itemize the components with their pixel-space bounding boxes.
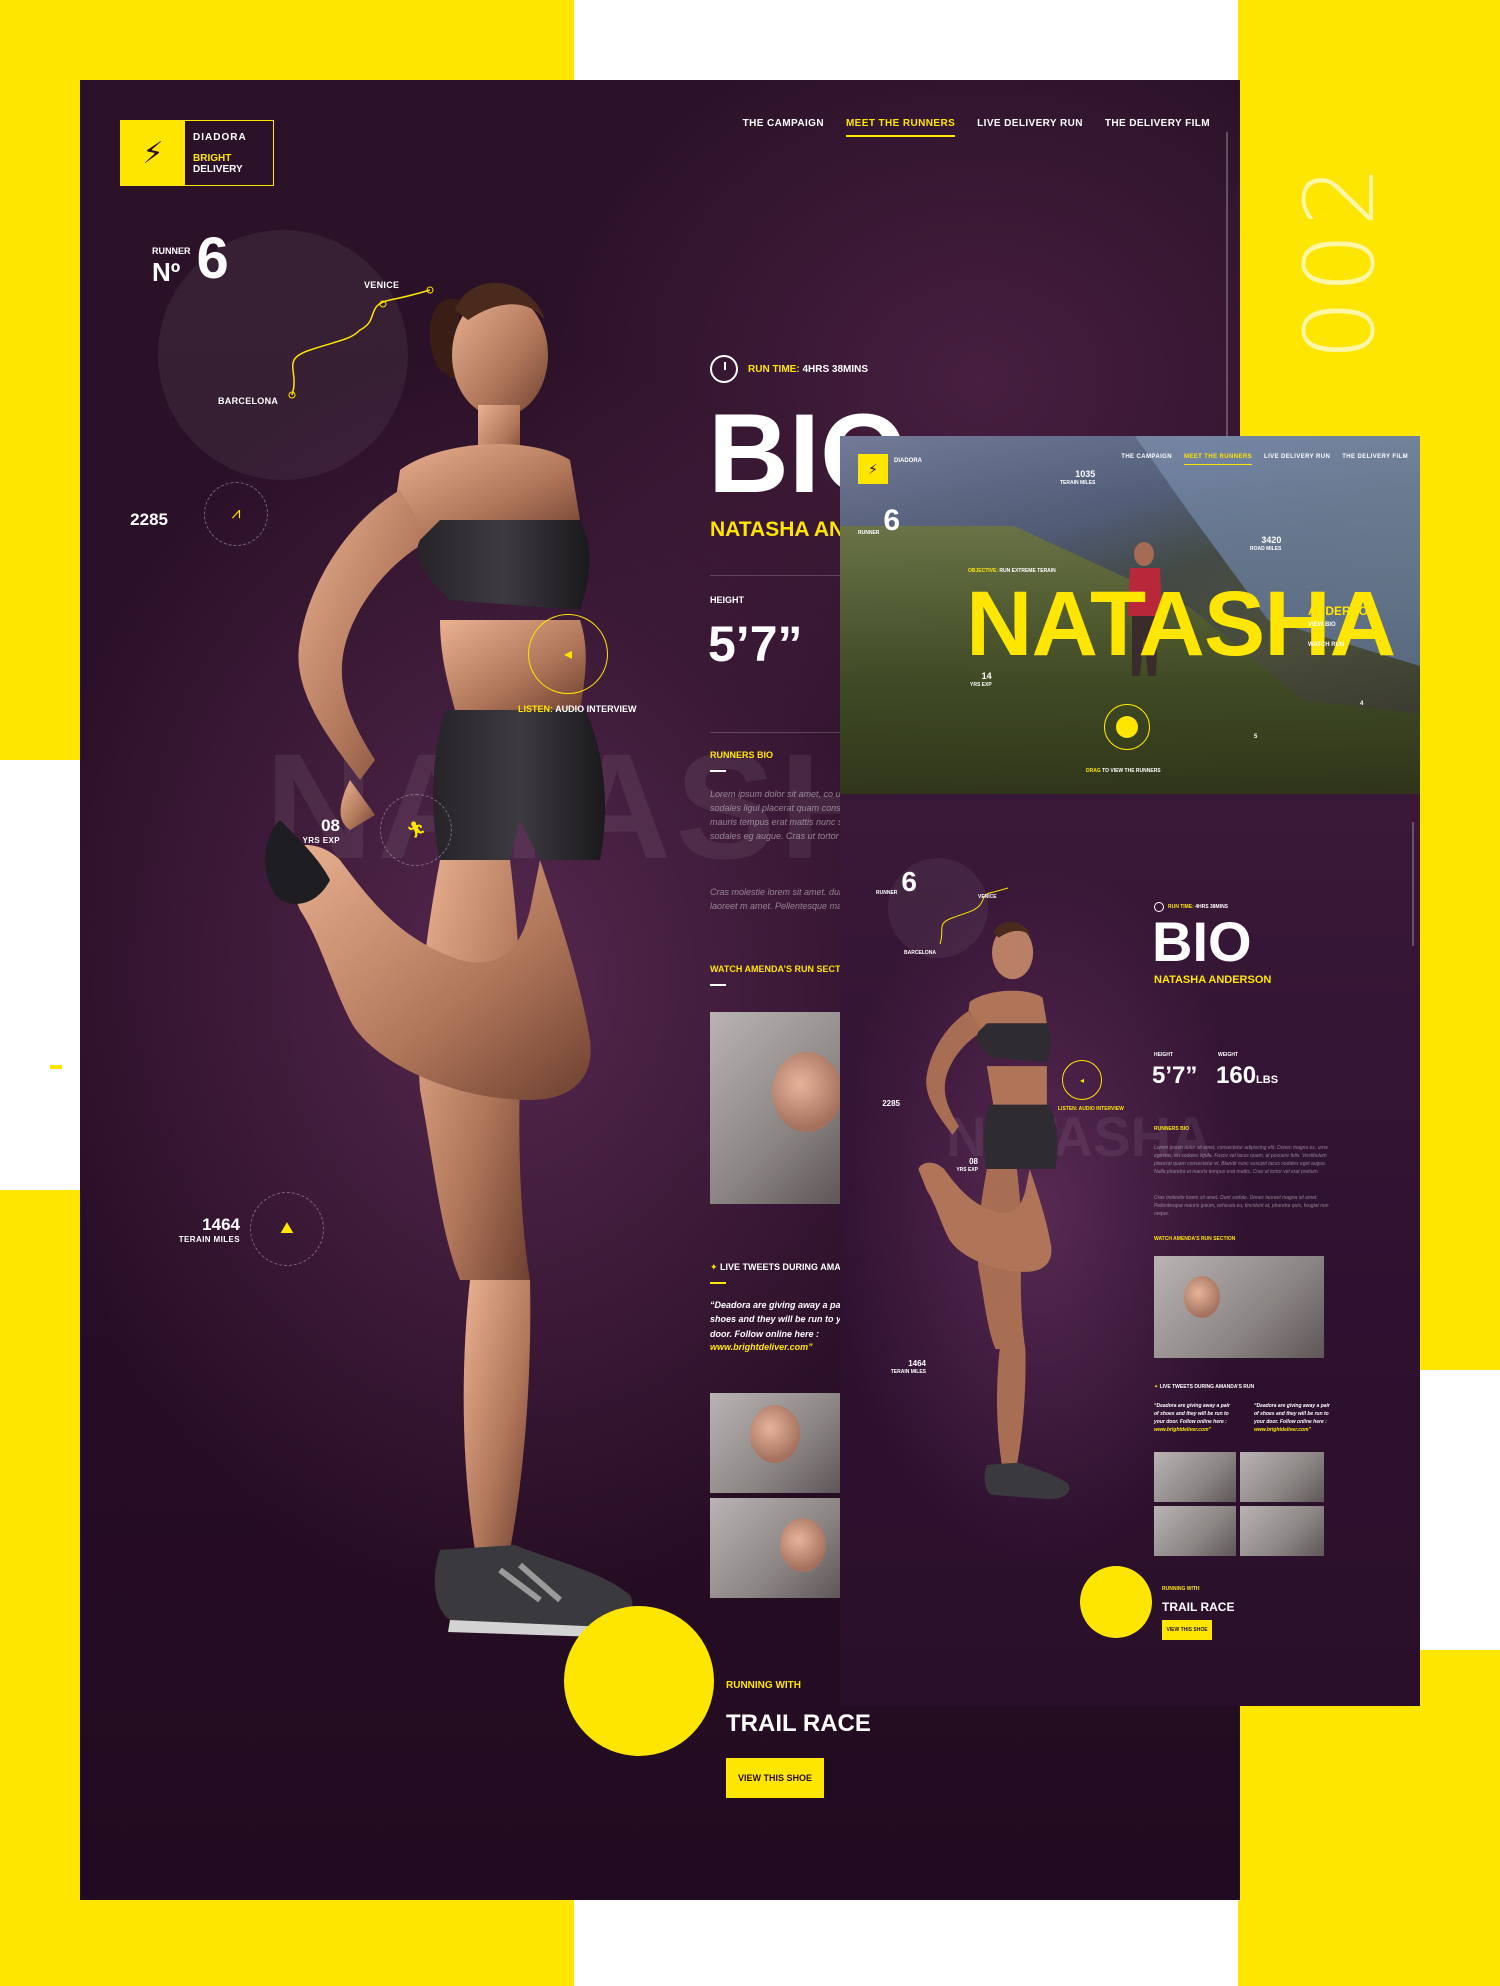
section-rule bbox=[710, 1282, 726, 1284]
mini-tweet-2: “Deadora are giving away a pair of shoes… bbox=[1254, 1403, 1330, 1433]
mini-gallery-photo-1[interactable] bbox=[1154, 1452, 1236, 1502]
height-value: 5’7” bbox=[708, 616, 803, 672]
mini-tweet-1: “Deadora are giving away a pair of shoes… bbox=[1154, 1403, 1230, 1433]
gallery-photo-1[interactable] bbox=[710, 1393, 840, 1493]
bolt-icon: ⚡ bbox=[121, 121, 185, 185]
run-section-video-thumb[interactable] bbox=[710, 1012, 840, 1204]
hero-bolt-icon[interactable]: ⚡ bbox=[858, 454, 888, 484]
scrollbar[interactable] bbox=[1226, 132, 1228, 472]
runner-icon: 🏃︎ bbox=[380, 794, 452, 866]
road-icon: ⩘ bbox=[204, 482, 268, 546]
mini-height-value: 5’7” bbox=[1152, 1062, 1198, 1089]
mini-bio-name: NATASHA ANDERSON bbox=[1154, 974, 1272, 986]
brand-logo[interactable]: ⚡ DIADORA BRIGHT DELIVERY bbox=[120, 120, 274, 186]
view-bio-link[interactable]: VIEW BIO bbox=[1308, 622, 1336, 628]
mini-weight-label: WEIGHT bbox=[1218, 1052, 1238, 1058]
tweet-link[interactable]: www.brightdeliver.com” bbox=[710, 1342, 813, 1352]
section-rule bbox=[710, 770, 726, 772]
product-name: BRIGHT DELIVERY bbox=[193, 152, 243, 175]
watch-run-link[interactable]: WATCH RUN bbox=[1308, 642, 1344, 648]
mini-stat-road: 2285 bbox=[882, 1099, 900, 1108]
brand-name: DIADORA bbox=[193, 131, 247, 143]
mini-shoe-disc bbox=[1080, 1566, 1152, 1638]
live-tweets-label: ✦ LIVE TWEETS DURING AMAN bbox=[710, 1262, 848, 1272]
runner-label: RUNNER bbox=[152, 246, 191, 257]
hero-stat-road: 3420 ROAD MILES bbox=[1250, 535, 1282, 552]
runners-bio-label: RUNNERS BIO bbox=[710, 750, 774, 760]
audio-interview-label: LISTEN: AUDIO INTERVIEW bbox=[518, 704, 637, 714]
hero-nav-meet-the-runners[interactable]: MEET THE RUNNERS bbox=[1183, 454, 1253, 465]
carousel-play-icon[interactable] bbox=[1116, 716, 1138, 738]
tweet-quote: “Deadora are giving away a pair shoes an… bbox=[710, 1300, 847, 1339]
stat-terrain-miles: 1464 TERAIN MILES bbox=[178, 1215, 240, 1244]
mini-shoe-name: TRAIL RACE bbox=[1162, 1600, 1235, 1614]
mini-runners-bio-label: RUNNERS BIO bbox=[1154, 1126, 1190, 1132]
hero-nav-delivery-film[interactable]: THE DELIVERY FILM bbox=[1342, 454, 1408, 465]
poster-accent-mark bbox=[1282, 1754, 1376, 1758]
drag-hint: DRAG TO VIEW THE RUNNERS bbox=[1086, 768, 1161, 774]
bio-page-mockup: RUNNER 6 VENICE BARCELONA NATASHA 2285 0… bbox=[840, 794, 1420, 1706]
section-rule bbox=[710, 984, 726, 986]
runner-no-symbol: Nº bbox=[152, 257, 181, 287]
nav-item-meet-the-runners[interactable]: MEET THE RUNNERS bbox=[845, 118, 956, 137]
hero-nav-live-delivery-run[interactable]: LIVE DELIVERY RUN bbox=[1264, 454, 1330, 465]
mini-gallery-photo-3[interactable] bbox=[1154, 1506, 1236, 1556]
mini-weight-value: 160LBS bbox=[1216, 1062, 1279, 1089]
mini-athlete-photo bbox=[918, 921, 1070, 1500]
poster-number: 002 bbox=[1284, 159, 1396, 361]
running-with-label: RUNNING WITH bbox=[726, 1680, 801, 1691]
mini-run-video-thumb[interactable] bbox=[1154, 1256, 1324, 1358]
shoe-name: TRAIL RACE bbox=[726, 1710, 871, 1737]
hero-page-mockup: ⚡ DIADORA THE CAMPAIGN MEET THE RUNNERS … bbox=[840, 436, 1420, 794]
gallery-photo-2[interactable] bbox=[710, 1498, 840, 1598]
height-label: HEIGHT bbox=[710, 595, 745, 605]
shoe-hotspot[interactable] bbox=[610, 1652, 668, 1710]
hero-last-name: ANDERSON bbox=[1308, 604, 1377, 618]
stat-years-exp: 08 YRS EXP bbox=[302, 816, 340, 845]
mini-running-with: RUNNING WITH bbox=[1162, 1586, 1200, 1592]
mini-watch-label: WATCH AMENDA’S RUN SECTION bbox=[1154, 1236, 1236, 1242]
watch-run-label: WATCH AMENDA’S RUN SECTION bbox=[710, 964, 857, 974]
hero-nav: THE CAMPAIGN MEET THE RUNNERS LIVE DELIV… bbox=[1121, 454, 1408, 465]
nav-item-live-delivery-run[interactable]: LIVE DELIVERY RUN bbox=[977, 118, 1083, 137]
bio-runner-name: NATASHA AN bbox=[710, 518, 845, 541]
poster-accent-mark bbox=[50, 1065, 62, 1069]
map-marker-5[interactable]: 5 bbox=[1254, 734, 1257, 740]
audio-button[interactable]: ◂ bbox=[528, 614, 608, 694]
divider bbox=[710, 732, 860, 733]
mini-bio-title: BIO bbox=[1152, 910, 1252, 973]
mountain-icon: ⛰︎ bbox=[250, 1192, 324, 1266]
mini-gallery-photo-4[interactable] bbox=[1240, 1506, 1324, 1556]
mini-bio-paragraph-2: Cras molestie lorem sit amet. Dunt sodal… bbox=[1154, 1195, 1329, 1217]
stopwatch-icon bbox=[710, 355, 738, 383]
mini-live-tweets-label: ✦ LIVE TWEETS DURING AMANDA’S RUN bbox=[1154, 1384, 1255, 1390]
mini-audio-button[interactable]: ◂ bbox=[1062, 1060, 1102, 1100]
athlete-photo bbox=[265, 282, 633, 1638]
hero-nav-campaign[interactable]: THE CAMPAIGN bbox=[1121, 454, 1172, 465]
mini-height-label: HEIGHT bbox=[1154, 1052, 1173, 1058]
view-shoe-button[interactable]: VIEW THIS SHOE bbox=[726, 1758, 824, 1798]
speaker-icon: ◂ bbox=[563, 646, 573, 663]
hero-runner-number: RUNNER 6 bbox=[858, 504, 901, 537]
nav-item-campaign[interactable]: THE CAMPAIGN bbox=[743, 118, 824, 137]
twitter-icon: ✦ bbox=[710, 1262, 721, 1272]
hero-brand-name: DIADORA bbox=[894, 458, 922, 464]
mini-view-shoe-button[interactable]: VIEW THIS SHOE bbox=[1162, 1620, 1212, 1640]
mini-scrollbar[interactable] bbox=[1412, 822, 1414, 946]
mini-gallery-photo-2[interactable] bbox=[1240, 1452, 1324, 1502]
mini-stat-years: 08 YRS EXP bbox=[956, 1157, 978, 1173]
run-time: RUN TIME: 4HRS 38MINS bbox=[710, 355, 868, 383]
map-marker-4[interactable]: 4 bbox=[1360, 701, 1363, 707]
divider bbox=[710, 575, 860, 576]
main-nav: THE CAMPAIGN MEET THE RUNNERS LIVE DELIV… bbox=[743, 118, 1210, 137]
mini-bio-paragraph-1: Lorem ipsum dolor sit amet, consectetur … bbox=[1154, 1145, 1328, 1175]
nav-item-delivery-film[interactable]: THE DELIVERY FILM bbox=[1105, 118, 1210, 137]
stat-road-miles: 2285 bbox=[130, 510, 168, 529]
mini-audio-label: LISTEN: AUDIO INTERVIEW bbox=[1058, 1106, 1124, 1112]
mini-stat-terrain: 1464 TERAIN MILES bbox=[890, 1359, 926, 1375]
hero-stat-terrain: 1035 TERAIN MILES bbox=[1060, 469, 1096, 486]
